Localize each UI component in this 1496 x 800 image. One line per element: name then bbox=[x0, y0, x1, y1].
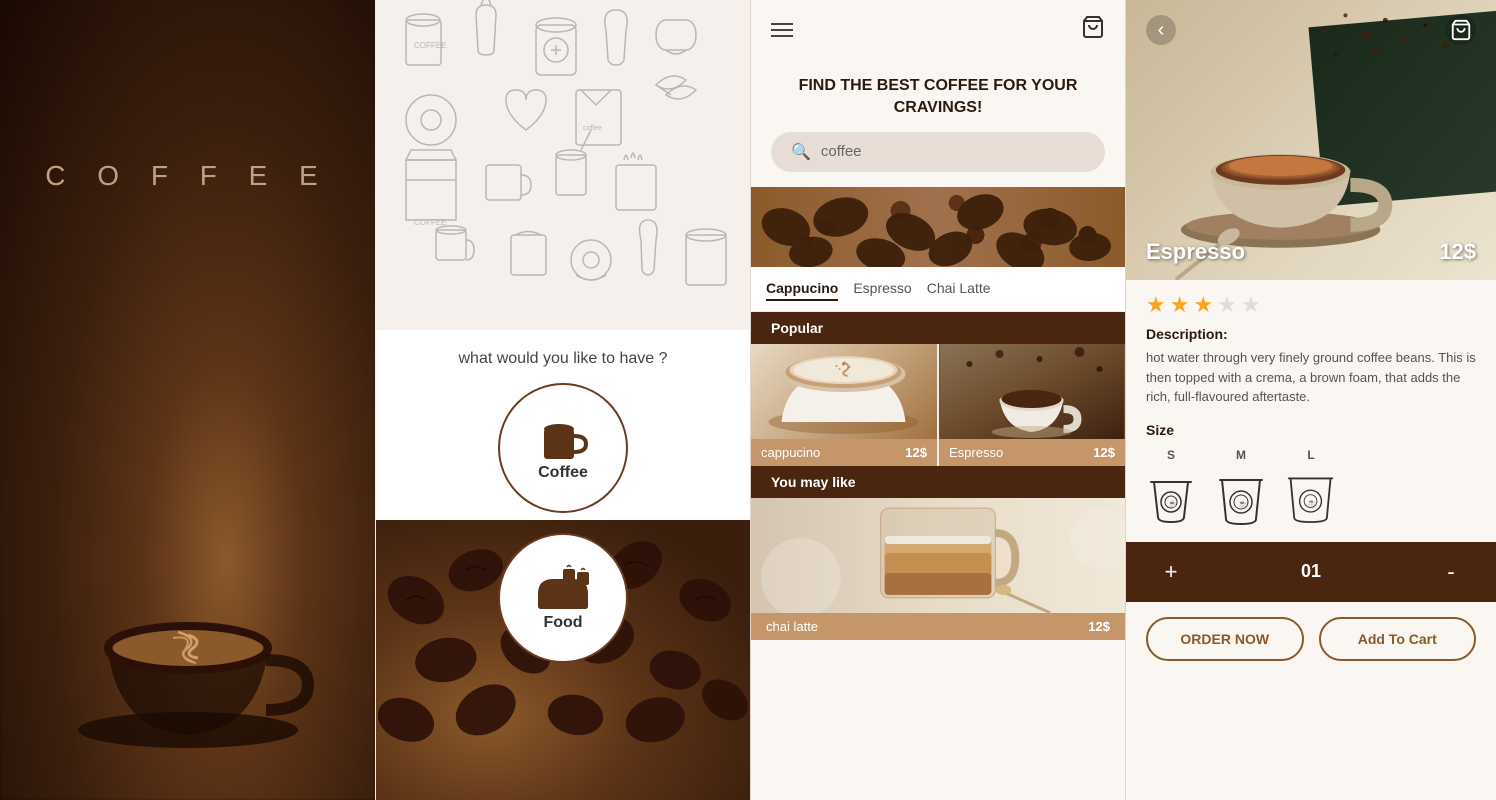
star-4: ★ bbox=[1217, 292, 1237, 318]
quantity-value: 01 bbox=[1301, 561, 1321, 582]
hero-beans-image bbox=[751, 187, 1125, 267]
description-text: hot water through very finely ground cof… bbox=[1146, 348, 1476, 407]
svg-text:☕: ☕ bbox=[1308, 498, 1316, 506]
food-category-button[interactable]: Food bbox=[498, 533, 628, 663]
hamburger-line-2 bbox=[771, 29, 793, 31]
size-m-cup-icon: ☕ bbox=[1216, 467, 1266, 527]
espresso-footer: Espresso 12$ bbox=[939, 439, 1125, 466]
quantity-bar: + 01 - bbox=[1126, 542, 1496, 602]
cappucino-image bbox=[751, 344, 937, 439]
food-icon bbox=[533, 564, 593, 614]
chai-latte-name: chai latte bbox=[766, 619, 818, 634]
hero-text: FIND THE BEST COFFEE FOR YOUR CRAVINGS! bbox=[751, 60, 1125, 132]
add-to-cart-button[interactable]: Add To Cart bbox=[1319, 617, 1477, 661]
star-5: ★ bbox=[1241, 292, 1261, 318]
description-title: Description: bbox=[1146, 326, 1476, 342]
cappucino-card[interactable]: cappucino 12$ bbox=[751, 344, 937, 466]
espresso-card[interactable]: Espresso 12$ bbox=[939, 344, 1125, 466]
product-price: 12$ bbox=[1439, 239, 1476, 265]
cart-button-p3[interactable] bbox=[1081, 15, 1105, 45]
description-section: Description: hot water through very fine… bbox=[1126, 326, 1496, 422]
filter-tab-chai-latte[interactable]: Chai Latte bbox=[927, 277, 991, 301]
popular-header: Popular bbox=[751, 312, 1125, 344]
search-icon: 🔍 bbox=[791, 142, 811, 162]
you-may-like-header: You may like bbox=[751, 466, 1125, 498]
filter-tabs-container: Cappucino Espresso Chai Latte bbox=[751, 267, 1125, 312]
coffee-mug-icon bbox=[536, 414, 591, 464]
cart-button-p4[interactable] bbox=[1446, 15, 1476, 45]
browse-header bbox=[751, 0, 1125, 60]
espresso-name: Espresso bbox=[949, 445, 1003, 460]
size-small[interactable]: S ☕ bbox=[1146, 448, 1196, 527]
size-l-label: L bbox=[1307, 448, 1314, 462]
svg-text:COFFEE: COFFEE bbox=[414, 41, 446, 50]
search-input[interactable] bbox=[821, 143, 1085, 160]
action-buttons-container: ORDER NOW Add To Cart bbox=[1126, 602, 1496, 676]
size-label: Size bbox=[1146, 422, 1476, 438]
quantity-minus-button[interactable]: - bbox=[1436, 557, 1466, 587]
food-label: Food bbox=[543, 614, 582, 632]
size-medium[interactable]: M ☕ bbox=[1216, 448, 1266, 527]
coffee-title: C O F F E E bbox=[45, 160, 329, 192]
espresso-price: 12$ bbox=[1093, 445, 1115, 460]
coffee-label: Coffee bbox=[538, 464, 588, 482]
search-container: 🔍 bbox=[771, 132, 1105, 172]
espresso-image bbox=[939, 344, 1125, 439]
cappucino-price: 12$ bbox=[905, 445, 927, 460]
panel-browse: FIND THE BEST COFFEE FOR YOUR CRAVINGS! … bbox=[750, 0, 1125, 800]
back-button[interactable]: ‹ bbox=[1146, 15, 1176, 45]
cappucino-name: cappucino bbox=[761, 445, 820, 460]
size-large[interactable]: L ☕ bbox=[1286, 448, 1336, 527]
product-title-overlay: Espresso 12$ bbox=[1146, 239, 1476, 265]
size-options-container: S ☕ M ☕ bbox=[1146, 448, 1476, 527]
product-grid: cappucino 12$ bbox=[751, 344, 1125, 466]
product-title: Espresso bbox=[1146, 239, 1245, 265]
size-s-label: S bbox=[1167, 448, 1175, 462]
panel-category: COFFEE bbox=[375, 0, 750, 800]
cappucino-footer: cappucino 12$ bbox=[751, 439, 937, 466]
detail-header: ‹ bbox=[1126, 15, 1496, 45]
panel-intro: C O F F E E bbox=[0, 0, 375, 800]
size-section: Size S ☕ M bbox=[1126, 422, 1496, 542]
hamburger-line-3 bbox=[771, 35, 793, 37]
svg-text:COFFEE: COFFEE bbox=[414, 218, 446, 227]
menu-button[interactable] bbox=[771, 23, 793, 37]
chai-latte-card[interactable]: chai latte 12$ bbox=[751, 498, 1125, 640]
svg-text:coffee: coffee bbox=[583, 125, 602, 132]
hamburger-line-1 bbox=[771, 23, 793, 25]
filter-tab-espresso[interactable]: Espresso bbox=[853, 277, 911, 301]
order-now-button[interactable]: ORDER NOW bbox=[1146, 617, 1304, 661]
size-s-cup-icon: ☕ bbox=[1146, 467, 1196, 527]
coffee-cup-silhouette bbox=[10, 420, 365, 770]
star-1: ★ bbox=[1146, 292, 1166, 318]
question-text: what would you like to have ? bbox=[376, 330, 750, 383]
filter-tab-cappucino[interactable]: Cappucino bbox=[766, 277, 838, 301]
doodle-illustration: COFFEE bbox=[376, 0, 750, 330]
size-l-cup-icon: ☕ bbox=[1286, 467, 1336, 527]
rating-stars: ★ ★ ★ ★ ★ bbox=[1126, 280, 1496, 326]
quantity-plus-button[interactable]: + bbox=[1156, 557, 1186, 587]
chai-latte-price: 12$ bbox=[1088, 619, 1110, 634]
size-m-label: M bbox=[1236, 448, 1246, 462]
star-3: ★ bbox=[1193, 292, 1213, 318]
chai-latte-image bbox=[751, 498, 1125, 613]
panel-detail: ‹ bbox=[1125, 0, 1496, 800]
svg-text:☕: ☕ bbox=[1238, 499, 1247, 508]
svg-text:☕: ☕ bbox=[1168, 499, 1177, 508]
coffee-category-button[interactable]: Coffee bbox=[498, 383, 628, 513]
star-2: ★ bbox=[1170, 292, 1190, 318]
chai-latte-footer: chai latte 12$ bbox=[751, 613, 1125, 640]
